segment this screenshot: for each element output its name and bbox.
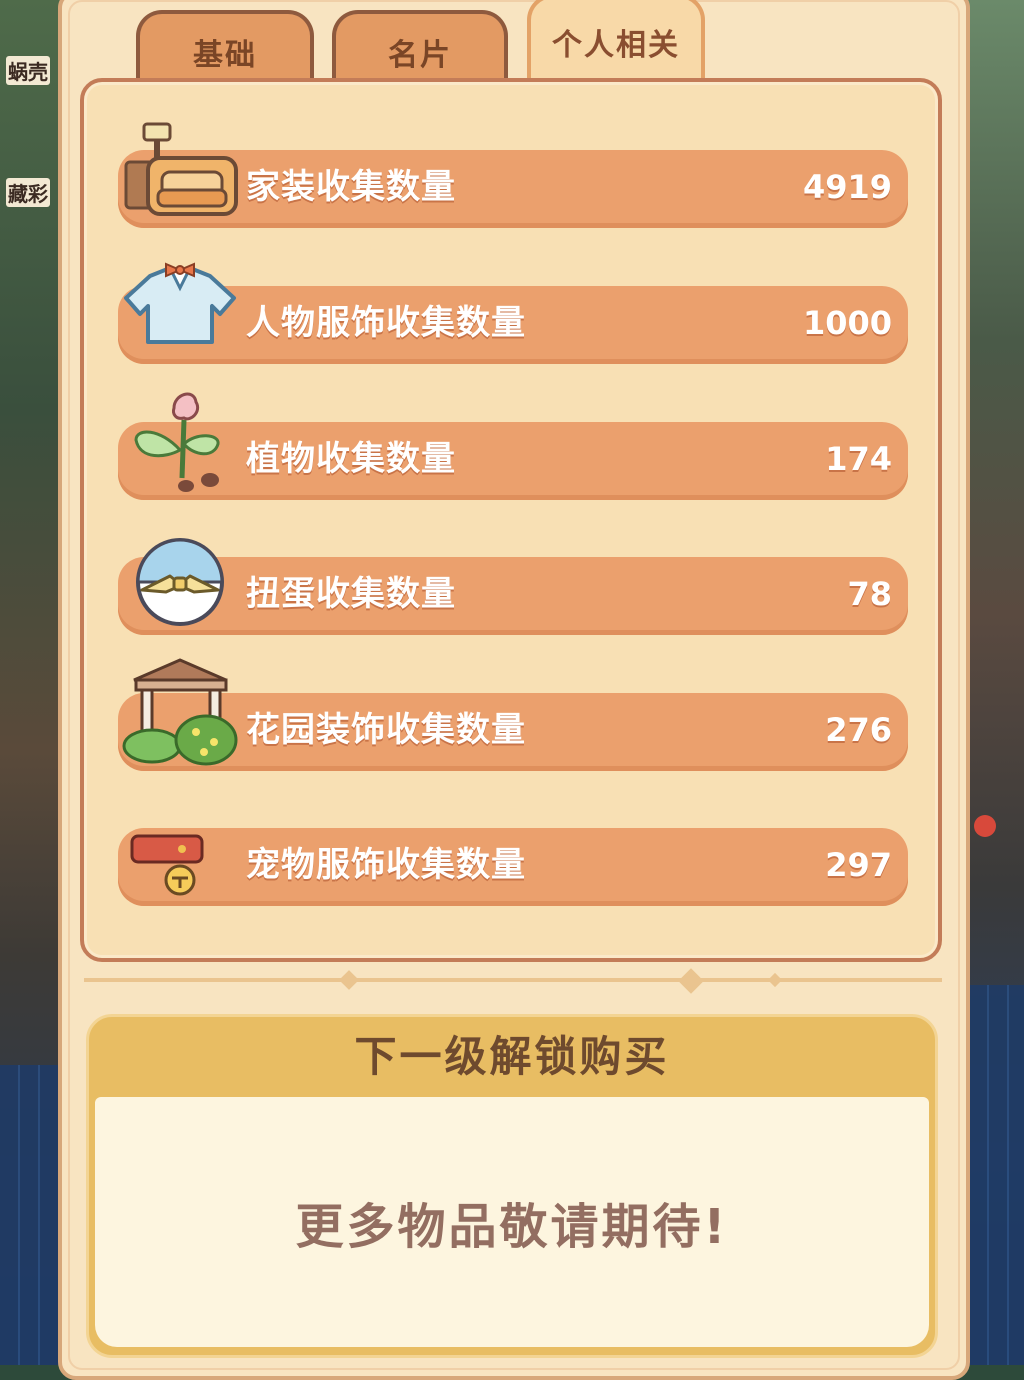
stat-value-pet: 297 <box>825 846 892 884</box>
scene-building-left <box>0 1065 62 1365</box>
scene-label-2: 藏彩 <box>6 178 50 207</box>
furniture-icon <box>122 120 242 224</box>
stat-value-furniture: 4919 <box>802 168 892 206</box>
unlock-message-box: 更多物品敬请期待! <box>95 1097 929 1347</box>
stat-label-garden: 花园装饰收集数量 <box>246 710 526 750</box>
stat-label-furniture: 家装收集数量 <box>246 167 456 207</box>
scene-red-marker <box>974 815 996 837</box>
gacha-egg-icon <box>134 536 226 632</box>
stat-row-gacha <box>118 557 908 635</box>
stat-row-plant <box>118 422 908 500</box>
scene-label-1: 蜗壳 <box>6 56 50 85</box>
next-level-unlock-section: 下一级解锁购买 更多物品敬请期待! <box>86 1014 938 1358</box>
stat-value-plant: 174 <box>825 440 892 478</box>
clothing-icon <box>120 258 240 354</box>
unlock-title: 下一级解锁购买 <box>354 1032 670 1081</box>
stat-value-garden: 276 <box>825 711 892 749</box>
unlock-message: 更多物品敬请期待! <box>295 1199 729 1255</box>
plant-icon <box>130 388 230 500</box>
stat-value-gacha: 78 <box>847 575 892 613</box>
stat-value-clothing: 1000 <box>802 304 892 342</box>
stat-label-gacha: 扭蛋收集数量 <box>246 574 456 614</box>
stat-label-clothing: 人物服饰收集数量 <box>246 303 526 343</box>
garden-decor-icon <box>122 656 240 772</box>
section-divider <box>84 978 942 982</box>
stat-label-pet: 宠物服饰收集数量 <box>246 845 526 885</box>
scene-building-right <box>969 985 1024 1365</box>
pet-collar-icon <box>128 826 206 906</box>
stat-label-plant: 植物收集数量 <box>246 439 456 479</box>
tab-personal[interactable]: 个人相关 <box>527 0 705 84</box>
